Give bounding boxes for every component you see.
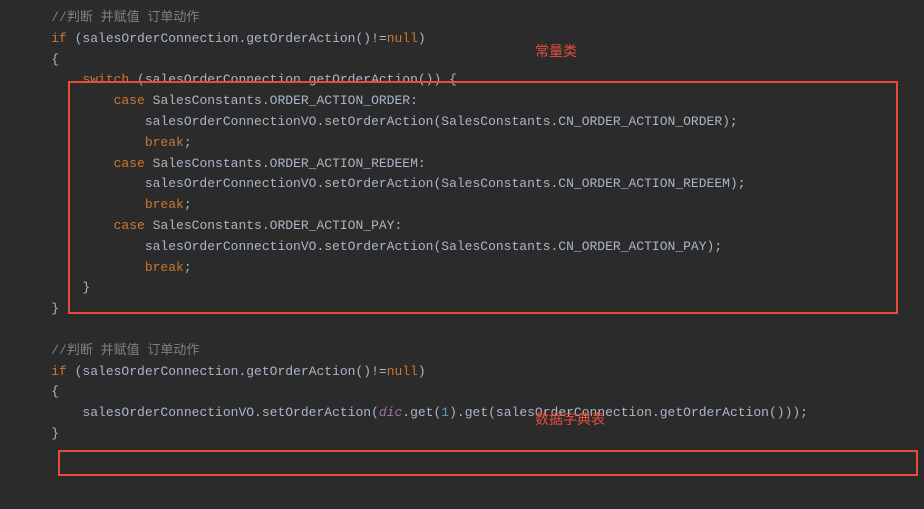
code-line: break;	[0, 195, 924, 216]
keyword-case: case	[114, 156, 145, 171]
code-line: }	[0, 299, 924, 320]
code-text: (salesOrderConnection.getOrderAction()) …	[129, 72, 457, 87]
code-text: .get(	[402, 405, 441, 420]
code-text: SalesConstants.ORDER_ACTION_PAY:	[145, 218, 402, 233]
keyword-break: break	[145, 260, 184, 275]
variable-dic: dic	[379, 405, 402, 420]
code-text: SalesConstants.ORDER_ACTION_REDEEM:	[145, 156, 426, 171]
keyword-if: if	[51, 364, 67, 379]
code-text: salesOrderConnectionVO.setOrderAction(Sa…	[145, 176, 746, 191]
code-text: salesOrderConnectionVO.setOrderAction(	[82, 405, 378, 420]
brace: }	[82, 280, 90, 295]
number-literal: 1	[441, 405, 449, 420]
code-line: switch (salesOrderConnection.getOrderAct…	[0, 70, 924, 91]
code-line: salesOrderConnectionVO.setOrderAction(Sa…	[0, 237, 924, 258]
brace: {	[51, 384, 59, 399]
keyword-null: null	[387, 31, 418, 46]
code-line-blank	[0, 320, 924, 341]
code-line: case SalesConstants.ORDER_ACTION_PAY:	[0, 216, 924, 237]
code-text: ;	[184, 135, 192, 150]
code-line: //判断 并赋值 订单动作	[0, 341, 924, 362]
code-line: break;	[0, 258, 924, 279]
code-line: }	[0, 424, 924, 445]
keyword-case: case	[114, 93, 145, 108]
brace: }	[51, 426, 59, 441]
keyword-if: if	[51, 31, 67, 46]
code-text: )	[418, 31, 426, 46]
code-text: SalesConstants.ORDER_ACTION_ORDER:	[145, 93, 418, 108]
code-line: break;	[0, 133, 924, 154]
keyword-switch: switch	[82, 72, 129, 87]
code-text: salesOrderConnectionVO.setOrderAction(Sa…	[145, 114, 738, 129]
keyword-break: break	[145, 197, 184, 212]
code-text: ;	[184, 260, 192, 275]
code-text: ).get(salesOrderConnection.getOrderActio…	[449, 405, 808, 420]
annotation-data-dictionary: 数据字典表	[535, 408, 605, 430]
brace: }	[51, 301, 59, 316]
code-line: }	[0, 278, 924, 299]
code-line: if (salesOrderConnection.getOrderAction(…	[0, 29, 924, 50]
annotation-constants-class: 常量类	[535, 40, 577, 62]
code-line: salesOrderConnectionVO.setOrderAction(di…	[0, 403, 924, 424]
comment-text: //判断 并赋值 订单动作	[51, 10, 199, 25]
brace: {	[51, 52, 59, 67]
code-line: salesOrderConnectionVO.setOrderAction(Sa…	[0, 174, 924, 195]
keyword-null: null	[387, 364, 418, 379]
highlight-box-dic-line	[58, 450, 918, 476]
code-editor-view: 常量类 数据字典表 //判断 并赋值 订单动作 if (salesOrderCo…	[0, 8, 924, 509]
keyword-break: break	[145, 135, 184, 150]
keyword-case: case	[114, 218, 145, 233]
code-text: (salesOrderConnection.getOrderAction()!=	[67, 31, 387, 46]
code-block: //判断 并赋值 订单动作 if (salesOrderConnection.g…	[0, 8, 924, 445]
code-line: case SalesConstants.ORDER_ACTION_REDEEM:	[0, 154, 924, 175]
code-text: (salesOrderConnection.getOrderAction()!=	[67, 364, 387, 379]
code-line: //判断 并赋值 订单动作	[0, 8, 924, 29]
code-line: case SalesConstants.ORDER_ACTION_ORDER:	[0, 91, 924, 112]
code-line: salesOrderConnectionVO.setOrderAction(Sa…	[0, 112, 924, 133]
comment-text: //判断 并赋值 订单动作	[51, 343, 199, 358]
code-line: if (salesOrderConnection.getOrderAction(…	[0, 362, 924, 383]
code-text: salesOrderConnectionVO.setOrderAction(Sa…	[145, 239, 722, 254]
code-line: {	[0, 382, 924, 403]
code-text: ;	[184, 197, 192, 212]
code-text: )	[418, 364, 426, 379]
code-line: {	[0, 50, 924, 71]
